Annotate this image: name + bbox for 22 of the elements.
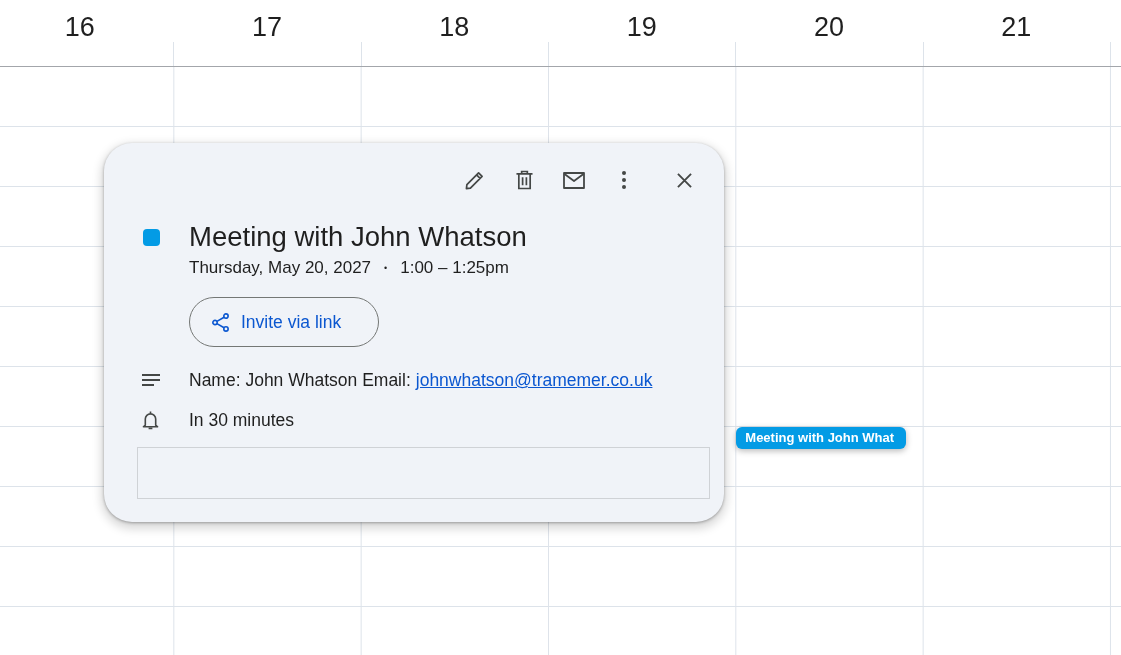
day-number[interactable]: 18 — [439, 11, 470, 43]
day-number[interactable]: 19 — [626, 11, 657, 43]
pencil-icon — [464, 170, 484, 190]
email-link[interactable]: johnwhatson@tramemer.co.uk — [415, 370, 653, 390]
day-number[interactable]: 20 — [813, 11, 844, 43]
event-date: Thursday, May 20, 2027 — [189, 258, 372, 278]
reminder-text: In 30 minutes — [189, 409, 295, 432]
trash-icon — [515, 170, 533, 190]
envelope-icon — [563, 171, 585, 189]
close-icon — [676, 172, 692, 188]
text-lines-icon — [142, 374, 160, 386]
day-number[interactable]: 16 — [64, 11, 95, 43]
more-vertical-icon — [622, 171, 626, 189]
description-text: Name: John Whatson Email: johnwhatson@tramemer.co.uk — [189, 369, 653, 392]
event-title: Meeting with John Whatson — [189, 220, 527, 254]
bell-icon — [142, 410, 159, 430]
separator-dot: • — [384, 262, 388, 275]
event-time: 1:00 – 1:25pm — [400, 258, 509, 278]
day-number[interactable]: 21 — [1001, 11, 1032, 43]
invite-link-button[interactable]: Invite via link — [189, 297, 379, 347]
day-number[interactable]: 17 — [251, 11, 282, 43]
share-icon — [212, 312, 229, 332]
